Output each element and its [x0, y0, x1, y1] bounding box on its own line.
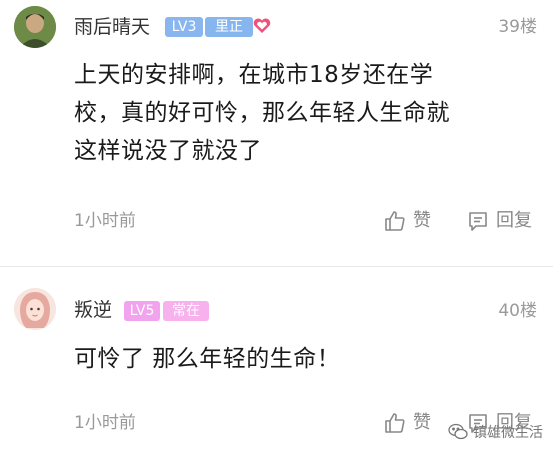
thumbs-up-icon — [385, 413, 405, 433]
comment-text: 可怜了 那么年轻的生命！ — [74, 346, 341, 372]
watermark: 镇雄微生活 — [447, 421, 543, 443]
like-label: 赞 — [413, 412, 431, 433]
avatar[interactable] — [14, 288, 56, 330]
timestamp: 1小时前 — [74, 211, 136, 231]
level-badge: LV5 — [124, 301, 160, 321]
comment-item: 雨后晴天 LV3 里正 39楼 上天的安排啊，在城市18岁还在学 校，真的好可怜… — [0, 0, 553, 266]
floor-number: 40楼 — [498, 301, 537, 321]
floor-number: 39楼 — [498, 17, 537, 37]
username[interactable]: 雨后晴天 — [74, 15, 150, 39]
title-badge: 里正 — [205, 17, 253, 37]
heart-icon — [253, 18, 271, 33]
title-badge: 常在 — [163, 301, 209, 321]
thumbs-up-icon — [385, 211, 405, 231]
avatar[interactable] — [14, 6, 56, 48]
comment-icon — [469, 212, 487, 231]
reply-button[interactable]: 回复 — [466, 209, 532, 233]
like-button[interactable]: 赞 — [383, 411, 431, 435]
like-button[interactable]: 赞 — [383, 209, 431, 233]
reply-label: 回复 — [496, 210, 532, 231]
username[interactable]: 叛逆 — [74, 298, 112, 322]
timestamp: 1小时前 — [74, 413, 136, 433]
watermark-text: 镇雄微生活 — [473, 425, 543, 441]
like-label: 赞 — [413, 210, 431, 231]
wechat-icon — [448, 423, 468, 440]
level-badge: LV3 — [165, 17, 203, 37]
comment-text: 上天的安排啊，在城市18岁还在学 校，真的好可怜，那么年轻人生命就 这样说没了就… — [74, 62, 450, 164]
